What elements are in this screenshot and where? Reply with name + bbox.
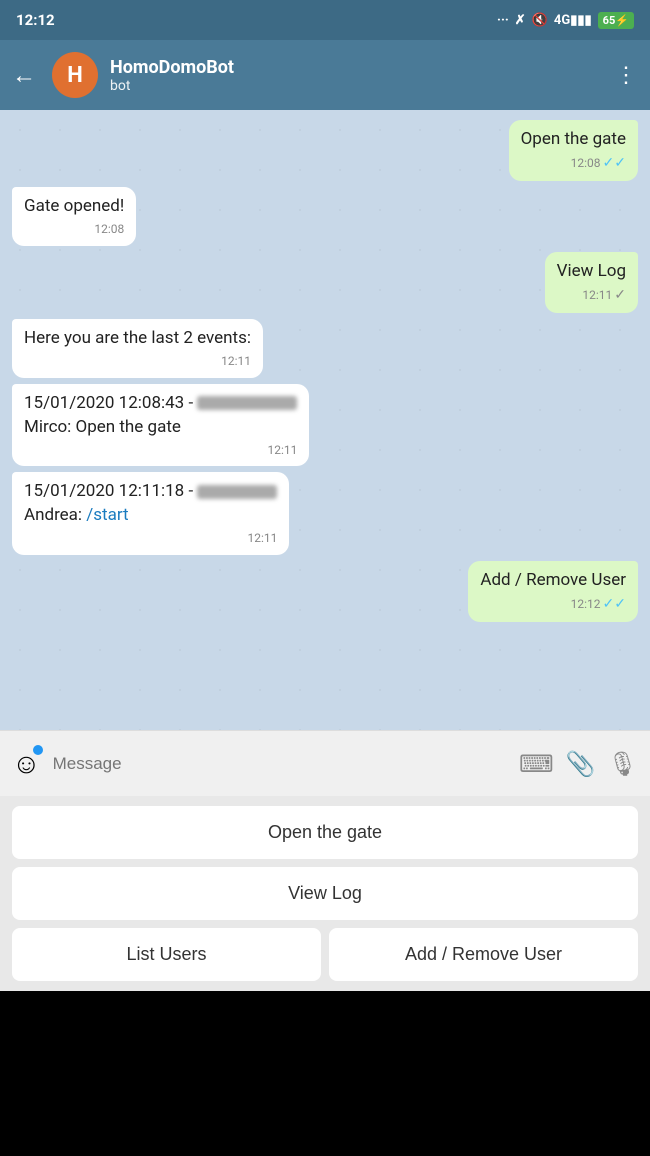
bubble-received: Here you are the last 2 events: 12:11 <box>12 319 263 378</box>
bot-subtitle: bot <box>110 78 603 94</box>
add-remove-user-button[interactable]: Add / Remove User <box>329 928 638 981</box>
bubble-received: 15/01/2020 12:11:18 - Andrea: /start 12:… <box>12 472 289 554</box>
bottom-buttons: Open the gate View Log List Users Add / … <box>0 796 650 991</box>
view-log-button[interactable]: View Log <box>12 867 638 920</box>
check-icon: ✓ <box>614 286 626 306</box>
mute-icon: 🔇 <box>532 13 548 28</box>
status-bar: 12:12 ··· ✗ 🔇 4G▮▮▮ 65 ⚡ <box>0 0 650 40</box>
bubble-text: View Log <box>557 261 626 281</box>
bubble-sent: Add / Remove User 12:12 ✓✓ <box>468 561 638 622</box>
message-row: View Log 12:11 ✓ <box>12 252 638 313</box>
bubble-received: Gate opened! 12:08 <box>12 187 136 246</box>
redacted-text <box>197 396 297 410</box>
message-row: Open the gate 12:08 ✓✓ <box>12 120 638 181</box>
check-icon: ✓✓ <box>603 595 626 615</box>
bubble-sent: View Log 12:11 ✓ <box>545 252 638 313</box>
chat-area: Open the gate 12:08 ✓✓ Gate opened! 12:0… <box>0 110 650 730</box>
message-row: Here you are the last 2 events: 12:11 <box>12 319 638 378</box>
bubble-text: Here you are the last 2 events: <box>24 328 251 348</box>
bubble-text: Add / Remove User <box>480 570 626 590</box>
mic-button[interactable]: 🎙 <box>608 750 638 778</box>
message-row: 15/01/2020 12:11:18 - Andrea: /start 12:… <box>12 472 638 554</box>
emoji-dot-indicator <box>33 745 43 755</box>
emoji-button-wrapper[interactable]: ☺ <box>12 747 41 780</box>
msg-time: 12:11 <box>267 442 297 459</box>
message-row: Add / Remove User 12:12 ✓✓ <box>12 561 638 622</box>
redacted-text <box>197 485 277 499</box>
bubble-received: 15/01/2020 12:08:43 - Mirco: Open the ga… <box>12 384 309 466</box>
signal-icon: 4G▮▮▮ <box>554 13 592 28</box>
status-icons: ··· ✗ 🔇 4G▮▮▮ 65 ⚡ <box>497 12 634 29</box>
attach-button[interactable]: 📎 <box>566 750 596 778</box>
bubble-text: 15/01/2020 12:08:43 - Mirco: Open the ga… <box>24 393 297 437</box>
status-time: 12:12 <box>16 11 55 29</box>
bubble-text: Open the gate <box>521 129 626 149</box>
message-row: 15/01/2020 12:08:43 - Mirco: Open the ga… <box>12 384 638 466</box>
keyboard-button[interactable]: ⌨ <box>519 750 554 778</box>
bubble-sent: Open the gate 12:08 ✓✓ <box>509 120 638 181</box>
bubble-text: 15/01/2020 12:11:18 - Andrea: /start <box>24 481 277 525</box>
open-gate-button[interactable]: Open the gate <box>12 806 638 859</box>
battery-icon: 65 ⚡ <box>598 12 634 29</box>
dots-icon: ··· <box>497 13 509 28</box>
message-input[interactable] <box>53 754 507 774</box>
btn-row: List Users Add / Remove User <box>12 928 638 981</box>
bubble-text: Gate opened! <box>24 196 124 216</box>
msg-time: 12:11 <box>221 353 251 370</box>
input-area: ☺ ⌨ 📎 🎙 <box>0 730 650 796</box>
bluetooth-icon: ✗ <box>515 13 526 28</box>
start-link[interactable]: /start <box>86 505 128 525</box>
check-icon: ✓✓ <box>603 154 626 174</box>
message-row: Gate opened! 12:08 <box>12 187 638 246</box>
chat-info: HomoDomoBot bot <box>110 57 603 94</box>
list-users-button[interactable]: List Users <box>12 928 321 981</box>
msg-time: 12:08 <box>571 155 601 172</box>
back-button[interactable]: ← <box>12 61 36 90</box>
msg-time: 12:08 <box>94 221 124 238</box>
bot-name: HomoDomoBot <box>110 57 603 78</box>
msg-time: 12:11 <box>247 530 277 547</box>
chat-header: ← H HomoDomoBot bot ⋮ <box>0 40 650 110</box>
more-menu-button[interactable]: ⋮ <box>615 63 638 88</box>
msg-time: 12:11 <box>582 287 612 304</box>
avatar: H <box>52 52 98 98</box>
msg-time: 12:12 <box>571 596 601 613</box>
